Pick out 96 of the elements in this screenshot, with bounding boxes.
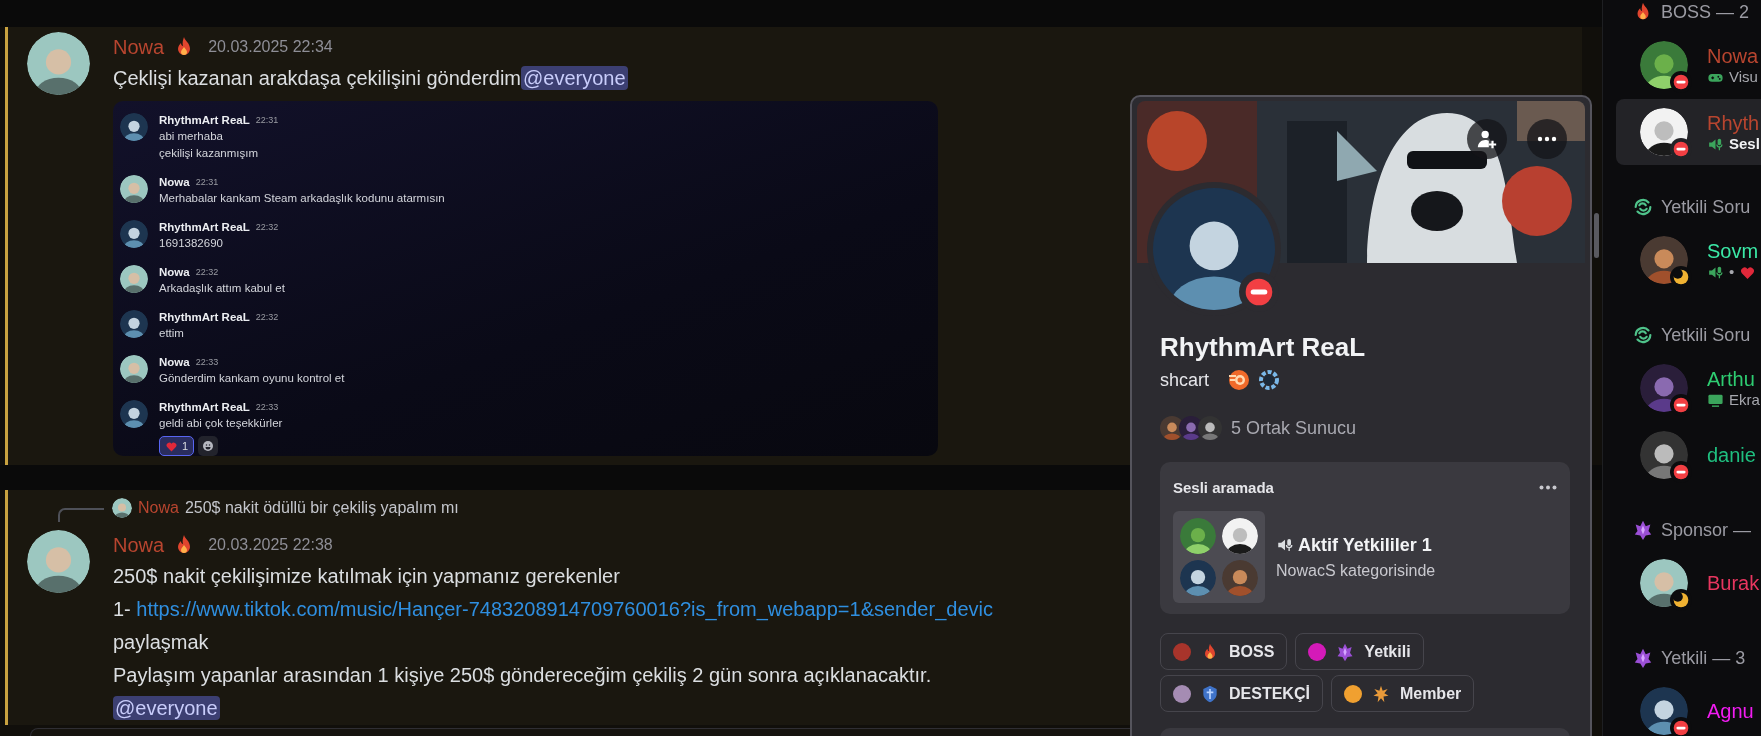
member-item[interactable]: Arthu Ekra [1616,355,1761,421]
badge-icon [1227,368,1252,392]
member-item[interactable]: Agnu [1616,678,1761,736]
add-reaction-button[interactable] [198,436,219,456]
avatar[interactable] [120,265,148,293]
speaker-icon [1276,536,1294,554]
link[interactable]: https://www.tiktok.com/music/Hançer-7483208914709760016?is_from_webapp=1&sender_devic [136,598,993,620]
reaction[interactable]: 1 [159,436,195,456]
author-name: Nowa [159,265,190,280]
avatar[interactable] [1180,560,1216,596]
laurel-icon [1257,368,1282,392]
member-name: Nowa [1707,44,1759,68]
mention[interactable]: @everyone [521,66,628,90]
server-icon[interactable] [1160,416,1184,440]
timestamp: 20.03.2025 22:34 [208,38,333,56]
author-name: RhythmArt ReaL [159,113,250,128]
avatar[interactable] [120,220,148,248]
author-name[interactable]: Nowa [113,533,165,557]
mention[interactable]: @everyone [113,696,220,720]
message-text: 250$ nakit çekilişimize katılmak için yapmanız gerekenler [113,565,620,587]
timestamp: 22:32 [255,311,279,324]
author-name: RhythmArt ReaL [159,310,250,325]
more-icon [1537,136,1557,142]
avatar[interactable] [1222,518,1258,554]
timestamp: 22:33 [195,356,219,369]
member-name: Burak [1707,571,1760,595]
message-text: çekilişi kazanmışım [159,146,260,161]
avatar[interactable] [120,400,148,428]
crystal-icon [1632,519,1654,541]
message-text: ettim [159,326,185,341]
group-header: BOSS — 2 [1661,1,1750,23]
timestamp: 22:32 [255,221,279,234]
timestamp: 20.03.2025 22:38 [208,536,333,554]
member-item[interactable]: Sovm • [1616,227,1761,293]
mutual-servers-link[interactable]: 5 Ortak Sunucu [1231,417,1357,439]
message-text: geldi abi çok teşekkürler [159,416,284,431]
role-name: Member [1399,684,1462,703]
add-friend-icon [1476,128,1498,150]
reply-text[interactable]: 250$ nakit ödüllü bir çekiliş yapalım mı [184,499,459,517]
timestamp: 22:31 [255,114,279,127]
card-title: Sesli aramada [1173,478,1274,496]
member-item[interactable]: Burak [1616,550,1761,616]
username: shcart [1160,369,1210,391]
avatar[interactable] [120,355,148,383]
activity-text: Visu [1729,68,1758,86]
message-text: 1691382690 [159,236,224,251]
member-name: Arthu [1707,367,1756,391]
message-text: paylaşmak [113,631,209,653]
message-text: 1- [113,598,132,620]
member-item[interactable]: Rhyth Sesl [1616,99,1761,165]
channel-name[interactable]: Aktif Yetkililer 1 [1298,534,1432,556]
group-header: Yetkili Soru [1661,324,1751,346]
activity-text: Sesl [1729,135,1760,153]
reply-connector [58,508,104,522]
avatar[interactable] [112,498,132,518]
group-header: Yetkili Soru [1661,196,1751,218]
message-text: Çeklişi kazanan arakdaşa çekilişini gönderdim [113,67,521,89]
avatar[interactable] [120,175,148,203]
category-text: NowacS kategorisinde [1276,561,1436,580]
crystal-icon [1632,647,1654,669]
author-name[interactable]: Nowa [113,35,165,59]
avatar[interactable] [120,113,148,141]
member-name: Rhyth [1707,111,1760,135]
author-name: RhythmArt ReaL [159,220,250,235]
author-name: Nowa [159,355,190,370]
member-name: Agnu [1707,699,1754,723]
avatar[interactable] [120,310,148,338]
group-header: Sponsor — [1661,519,1752,541]
scrollbar-thumb[interactable] [1594,213,1599,258]
group-header: Yetkili — 3 [1661,647,1746,669]
author-name: RhythmArt ReaL [159,400,250,415]
display-name: RhythmArt ReaL [1160,331,1367,363]
role-name: Yetkili [1364,642,1411,661]
timestamp: 22:32 [195,266,219,279]
activity-text: Ekra [1729,391,1760,409]
author-name: Nowa [159,175,190,190]
server-icon[interactable] [1198,416,1222,440]
timestamp: 22:31 [195,176,219,189]
message-text: Paylaşım yapanlar arasından 1 kişiye 250$ göndereceğim çekiliş 2 gün sonra açıklanacaktır. [113,664,932,686]
role-name: BOSS [1229,642,1275,661]
author-name[interactable]: Nowa [138,499,179,517]
smiley-icon [202,440,215,452]
timestamp: 22:33 [255,401,279,414]
member-name: Sovm [1707,239,1759,263]
message-text: Gönderdim kankam oyunu kontrol et [159,371,346,386]
member-item[interactable]: danie [1616,422,1761,488]
swirl-icon [1632,196,1654,218]
more-icon[interactable] [1539,484,1557,490]
member-name: danie [1707,443,1756,467]
activity-text: • [1729,263,1735,281]
swirl-icon [1632,324,1654,346]
shield-icon [1200,683,1220,704]
message-text: Arkadaşlık attım kabul et [159,281,286,296]
message-text: Merhabalar kankam Steam arkadaşlık kodunu atarmısın [159,191,446,206]
message-text: abi merhaba [159,129,224,144]
role-name: DESTEKÇİ [1229,684,1310,703]
